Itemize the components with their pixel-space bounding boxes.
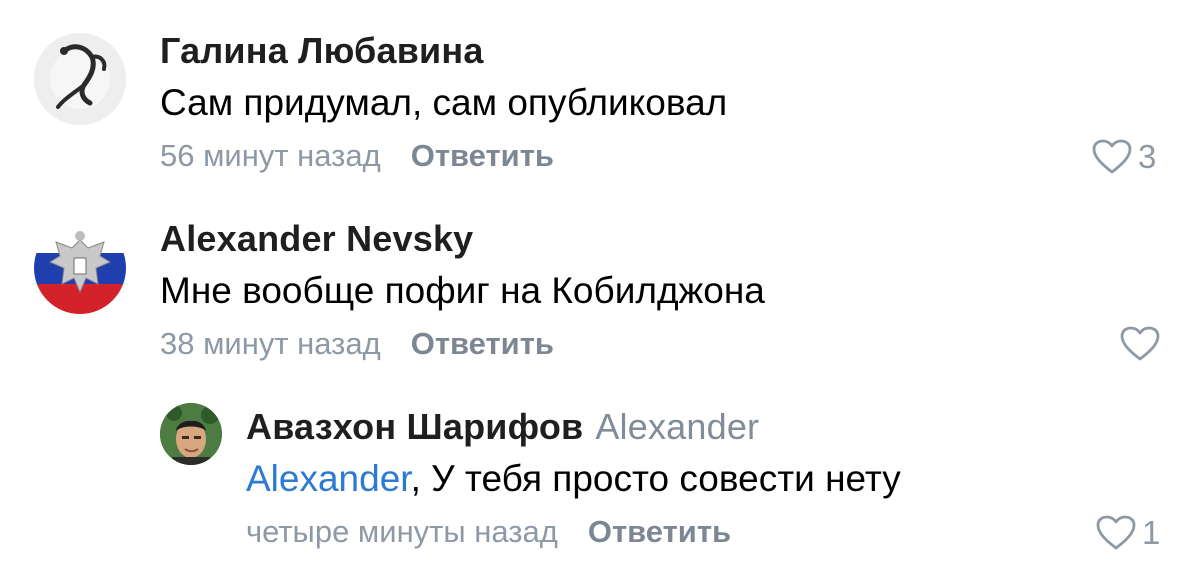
mention-link[interactable]: Alexander bbox=[246, 458, 411, 499]
author-name[interactable]: Авазхон Шарифов bbox=[246, 406, 583, 447]
man-photo-icon bbox=[160, 403, 222, 465]
reply-comment-item: Авазхон Шарифов Alexander Alexander, У те… bbox=[0, 0, 1200, 573]
comment-text-body: , У тебя просто совести нету bbox=[410, 458, 901, 499]
like-button[interactable]: 1 bbox=[1096, 514, 1160, 552]
reply-to-name[interactable]: Alexander bbox=[595, 406, 759, 447]
comment-text: Alexander, У тебя просто совести нету bbox=[246, 458, 901, 500]
avatar[interactable] bbox=[160, 403, 222, 465]
heart-icon bbox=[1096, 515, 1136, 550]
comment-meta: четыре минуты назад Ответить bbox=[246, 514, 731, 550]
comment-timestamp: четыре минуты назад bbox=[246, 514, 558, 549]
reply-button[interactable]: Ответить bbox=[588, 514, 731, 549]
like-count: 1 bbox=[1142, 514, 1161, 551]
comment-author[interactable]: Авазхон Шарифов Alexander bbox=[246, 406, 759, 448]
